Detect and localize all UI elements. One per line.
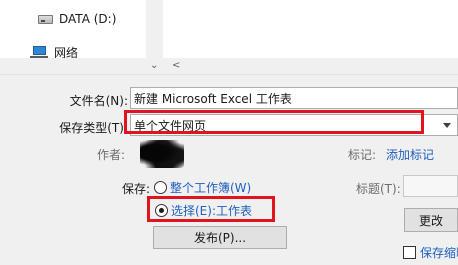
- save-thumbnail-option[interactable]: 保存缩略: [403, 244, 458, 261]
- publish-button-label: 发布(P)...: [193, 231, 247, 245]
- add-tags-link[interactable]: 添加标记: [386, 146, 434, 163]
- author-redacted: [140, 140, 184, 168]
- author-label: 作者:: [97, 148, 126, 162]
- savetype-highlight: [124, 110, 424, 134]
- nav-item-data-drive[interactable]: DATA (D:): [38, 12, 116, 26]
- publish-button[interactable]: 发布(P)...: [153, 226, 287, 249]
- navigation-pane: DATA (D:) 网络: [0, 0, 146, 60]
- file-list-pane[interactable]: [163, 0, 458, 58]
- title-input[interactable]: [403, 175, 458, 197]
- scroll-down-icon[interactable]: ⌄: [150, 60, 158, 71]
- filename-value: 新建 Microsoft Excel 工作表: [134, 91, 292, 106]
- savetype-label: 保存类型(T):: [59, 121, 128, 135]
- radio-entire-workbook[interactable]: [154, 181, 167, 194]
- nav-item-label: DATA (D:): [59, 12, 117, 26]
- change-button-label: 更改: [418, 213, 443, 228]
- filename-input[interactable]: 新建 Microsoft Excel 工作表: [130, 87, 458, 109]
- drive-icon: [38, 14, 53, 24]
- save-thumbnail-checkbox[interactable]: [403, 246, 416, 259]
- tags-label: 标记:: [348, 148, 377, 162]
- selection-highlight: [147, 196, 275, 222]
- option-entire-workbook[interactable]: 整个工作簿(W): [154, 179, 251, 196]
- nav-vertical-scrollbar[interactable]: [146, 0, 163, 58]
- change-title-button[interactable]: 更改: [404, 208, 458, 232]
- save-options-label: 保存:: [122, 182, 151, 196]
- scroll-left-icon[interactable]: <: [172, 60, 180, 71]
- filename-label: 文件名(N):: [69, 94, 128, 108]
- title-label: 标题(T):: [356, 182, 401, 196]
- option-entire-workbook-label[interactable]: 整个工作簿(W): [170, 179, 251, 196]
- save-thumbnail-label[interactable]: 保存缩略: [420, 244, 458, 261]
- horizontal-scrollbar-row: ⌄ <: [0, 58, 458, 75]
